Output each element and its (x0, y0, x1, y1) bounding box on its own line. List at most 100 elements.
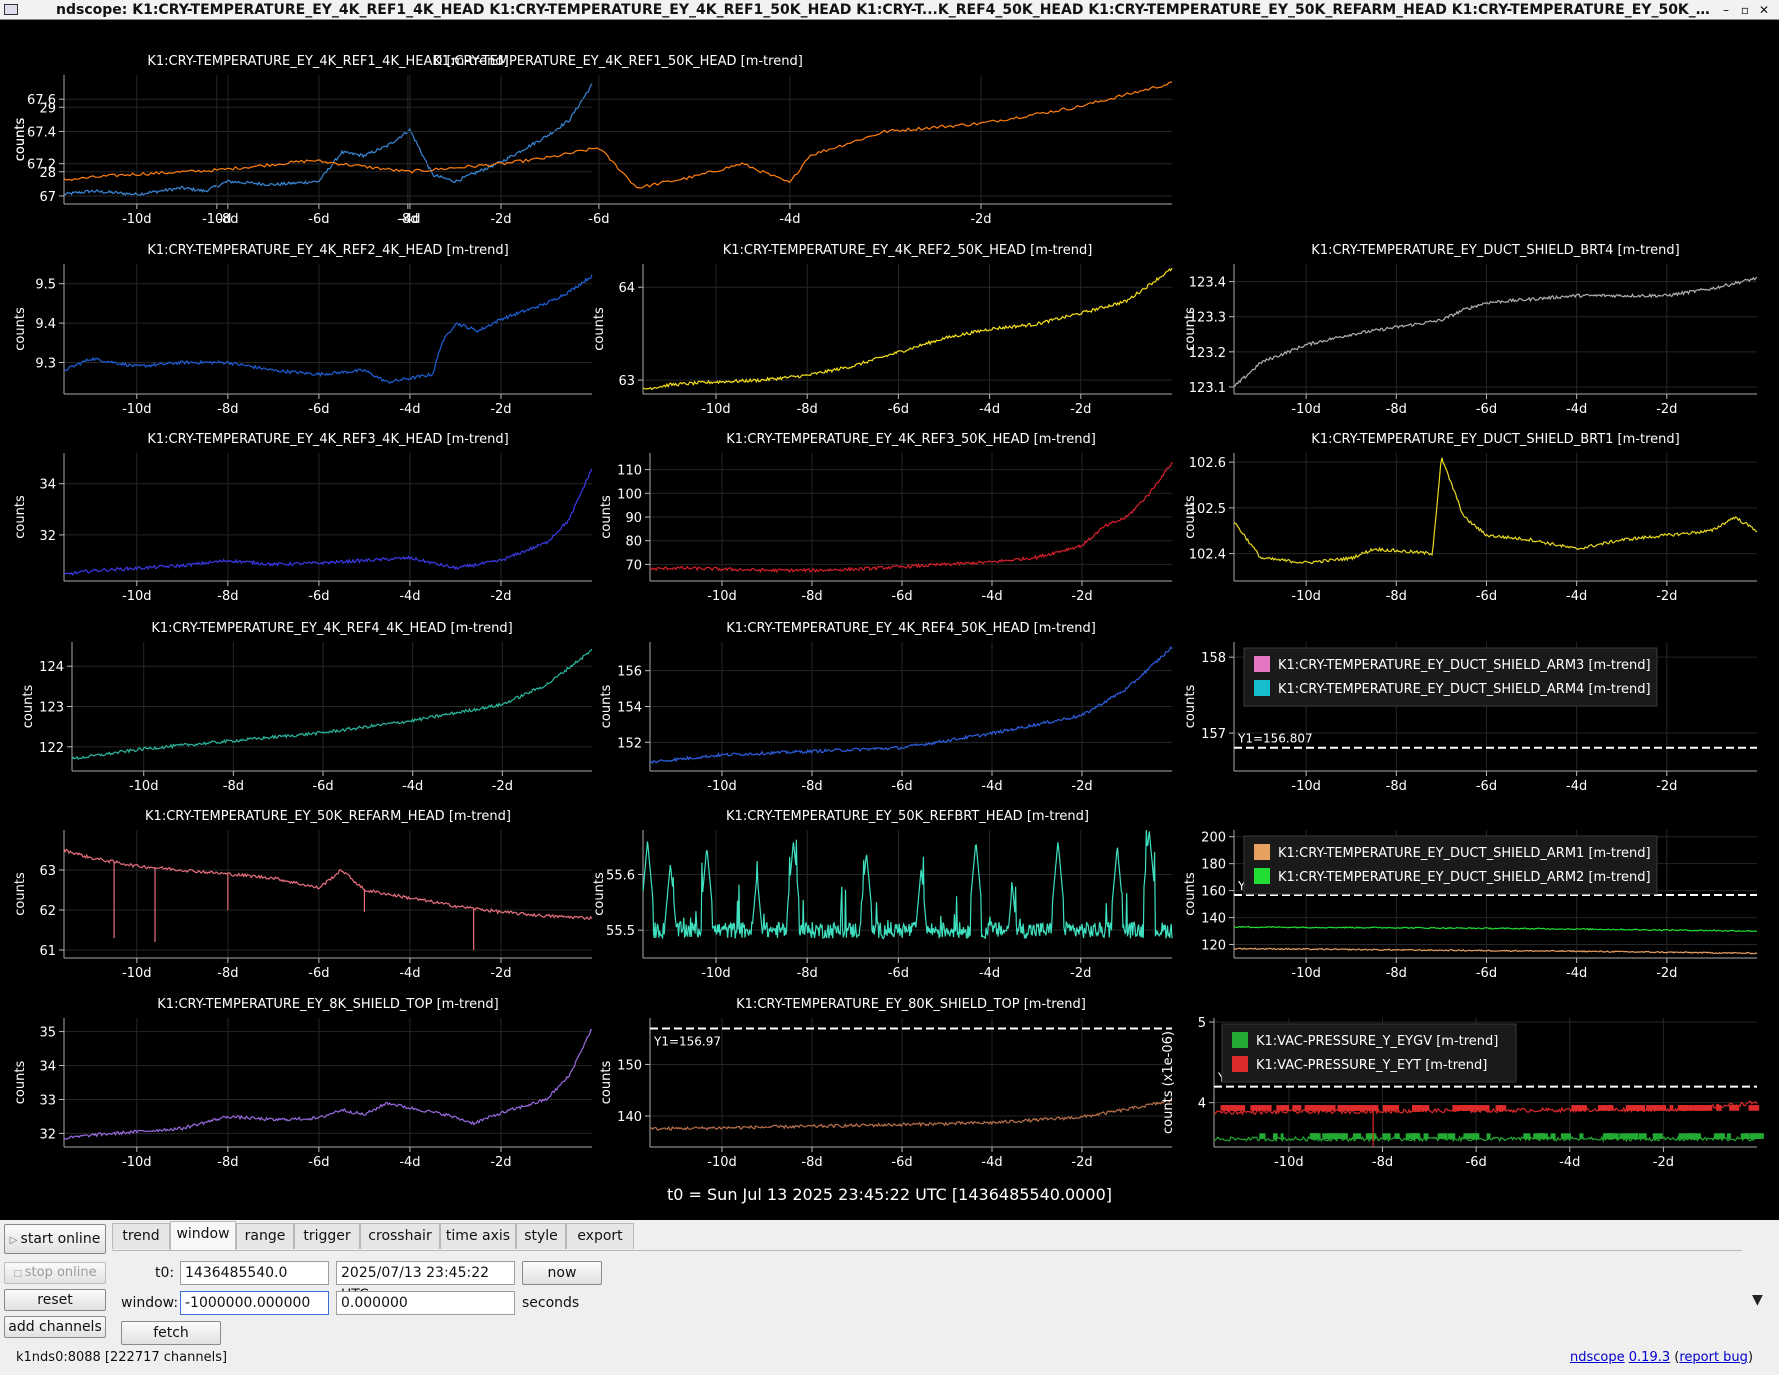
plot-panel-12[interactable]: -10d -8d -6d -4d -2d 158 157counts Y1=156.807 K1… (1183, 642, 1757, 794)
trace-step (1652, 1105, 1667, 1111)
plot-panel-5[interactable]: K1:CRY-TEMPERATURE_EY_4K_REF2_50K_HEAD [… (592, 243, 1173, 417)
legend (1243, 835, 1658, 895)
plot-panel-10[interactable]: K1:CRY-TEMPERATURE_EY_4K_REF4_4K_HEAD [m… (21, 621, 593, 794)
x-tick-label: -8d (223, 779, 244, 794)
x-tick-label: -10d (707, 1155, 737, 1170)
minimize-icon[interactable]: – (1718, 1, 1734, 19)
x-tick-label: -6d (1476, 779, 1497, 794)
plot-panel-11[interactable]: K1:CRY-TEMPERATURE_EY_4K_REF4_50K_HEAD [… (599, 621, 1173, 794)
window-start-input[interactable]: -1000000.000000 (180, 1291, 329, 1315)
tab-trend[interactable]: trend (112, 1223, 170, 1249)
maximize-icon[interactable]: ▫ (1737, 1, 1753, 19)
report-bug-link[interactable]: report bug (1679, 1350, 1748, 1365)
y-tick-label: 140 (1201, 912, 1226, 927)
tab-crosshair[interactable]: crosshair (360, 1223, 440, 1249)
x-tick-label: -2d (1071, 589, 1092, 604)
tab-window[interactable]: window (170, 1221, 236, 1250)
plot-panel-14[interactable]: K1:CRY-TEMPERATURE_EY_50K_REFBRT_HEAD [m… (592, 809, 1173, 981)
window-menu-icon[interactable] (4, 4, 18, 15)
reset-button[interactable]: reset (4, 1289, 106, 1311)
now-button[interactable]: now (522, 1261, 602, 1285)
y-tick-label: 33 (39, 1093, 56, 1108)
x-tick-label: -10d (1291, 779, 1321, 794)
trace-step (1523, 1133, 1531, 1139)
plot-panel-8[interactable]: K1:CRY-TEMPERATURE_EY_4K_REF3_50K_HEAD [… (599, 432, 1173, 604)
tab-trigger[interactable]: trigger (294, 1223, 360, 1249)
y-tick-label: 152 (617, 736, 642, 751)
plot-title: K1:CRY-TEMPERATURE_EY_50K_REFBRT_HEAD [m… (726, 809, 1089, 824)
start-online-button[interactable]: ▷ start online (4, 1224, 106, 1254)
fetch-button[interactable]: fetch (121, 1321, 221, 1345)
version-link[interactable]: 0.19.3 (1629, 1350, 1670, 1365)
x-tick-label: -8d (797, 966, 818, 981)
ndscope-link[interactable]: ndscope (1570, 1350, 1625, 1365)
trace-step (1336, 1133, 1347, 1139)
x-tick-label: -4d (981, 1155, 1002, 1170)
collapse-arrow-icon[interactable]: ▼ (1752, 1292, 1763, 1308)
y-tick-label: 67.2 (27, 158, 56, 173)
trace-main (63, 274, 593, 384)
tab-export[interactable]: export (566, 1223, 634, 1249)
legend-swatch (1232, 1032, 1248, 1048)
x-tick-label: -6d (308, 1155, 329, 1170)
close-icon[interactable]: ✕ (1756, 1, 1772, 19)
trace-step (1280, 1133, 1284, 1139)
trace-step (1740, 1133, 1749, 1139)
plot-panel-4[interactable]: K1:CRY-TEMPERATURE_EY_4K_REF2_4K_HEAD [m… (13, 243, 593, 417)
y-tick-label: 180 (1201, 858, 1226, 873)
stop-online-button[interactable]: □ stop online (4, 1262, 106, 1284)
trace-main (71, 648, 593, 761)
trace-main (642, 267, 1173, 391)
legend-item: K1:CRY-TEMPERATURE_EY_DUCT_SHIELD_ARM2 [… (1278, 870, 1651, 885)
plot-panel-15[interactable]: -10d-8d-6d-4d-2d200180160140120countsY1=… (1183, 830, 1758, 981)
trace-main (649, 645, 1173, 765)
tab-time-axis[interactable]: time axis (440, 1223, 516, 1249)
t0-gps-input[interactable]: 1436485540.0 (180, 1261, 329, 1285)
add-channels-button[interactable]: add channels (4, 1316, 106, 1338)
y-tick-label: 62 (39, 904, 56, 919)
trace-step (1448, 1133, 1456, 1139)
plot-panel-13[interactable]: K1:CRY-TEMPERATURE_EY_50K_REFARM_HEAD [m… (13, 809, 593, 981)
y-axis-label: counts (13, 1061, 28, 1105)
plot-panel-7[interactable]: K1:CRY-TEMPERATURE_EY_4K_REF3_4K_HEAD [m… (13, 432, 593, 604)
stop-icon: □ (13, 1269, 25, 1279)
y-tick-label: 140 (617, 1110, 642, 1125)
plot-panel-17[interactable]: K1:CRY-TEMPERATURE_EY_80K_SHIELD_TOP [m-… (599, 997, 1173, 1170)
y-tick-label: 61 (39, 944, 56, 959)
y-axis-label: counts (13, 118, 28, 162)
trace-step (1353, 1133, 1362, 1139)
plot-title: K1:CRY-TEMPERATURE_EY_4K_REF1_50K_HEAD [… (433, 54, 803, 69)
x-tick-label: -4d (979, 966, 1000, 981)
x-tick-label: -2d (1656, 402, 1677, 417)
trace-step (1466, 1133, 1477, 1139)
window-end-input[interactable]: 0.000000 (336, 1291, 515, 1315)
plot-panel-2[interactable]: K1:CRY-TEMPERATURE_EY_4K_REF1_50K_HEAD [… (13, 54, 1173, 227)
tab-style[interactable]: style (516, 1223, 566, 1249)
trace-step (1394, 1133, 1400, 1139)
trace-step (1550, 1133, 1556, 1139)
t0-label: t0 = Sun Jul 13 2025 23:45:22 UTC [14364… (666, 1185, 1113, 1204)
trace-step (1423, 1133, 1429, 1139)
plot-panel-16[interactable]: K1:CRY-TEMPERATURE_EY_8K_SHIELD_TOP [m-t… (13, 997, 593, 1170)
x-tick-label: -8d (1386, 779, 1407, 794)
plot-panel-18[interactable]: -10d-8d-6d-4d-2d54counts (x1e-06)Y1=4.19… (1161, 1016, 1764, 1170)
trace-step (1414, 1133, 1421, 1139)
plot-grid[interactable]: K1:CRY-TEMPERATURE_EY_4K_REF1_4K_HEAD [m… (0, 20, 1779, 1220)
y-tick-label: 55.6 (606, 869, 635, 884)
trace-series-1 (1233, 947, 1758, 955)
x-tick-label: -6d (588, 212, 609, 227)
t0-utc-input[interactable]: 2025/07/13 23:45:22 UTC (336, 1261, 515, 1303)
trace-step (1619, 1133, 1629, 1139)
y-tick-label: 55.5 (606, 924, 635, 939)
x-tick-label: -2d (1656, 966, 1677, 981)
x-tick-label: -2d (490, 1155, 511, 1170)
plot-panel-1[interactable]: K1:CRY-TEMPERATURE_EY_4K_REF1_4K_HEAD [m… (13, 54, 593, 227)
trace-step (1571, 1105, 1587, 1111)
tab-range[interactable]: range (236, 1223, 294, 1249)
t0-field-label: t0: (155, 1265, 175, 1281)
plot-panel-6[interactable]: K1:CRY-TEMPERATURE_EY_DUCT_SHIELD_BRT4 [… (1183, 243, 1758, 417)
trace-step (1333, 1133, 1338, 1139)
plot-panel-9[interactable]: K1:CRY-TEMPERATURE_EY_DUCT_SHIELD_BRT1 [… (1183, 432, 1758, 604)
x-tick-label: -6d (308, 402, 329, 417)
x-tick-label: -8d (801, 589, 822, 604)
